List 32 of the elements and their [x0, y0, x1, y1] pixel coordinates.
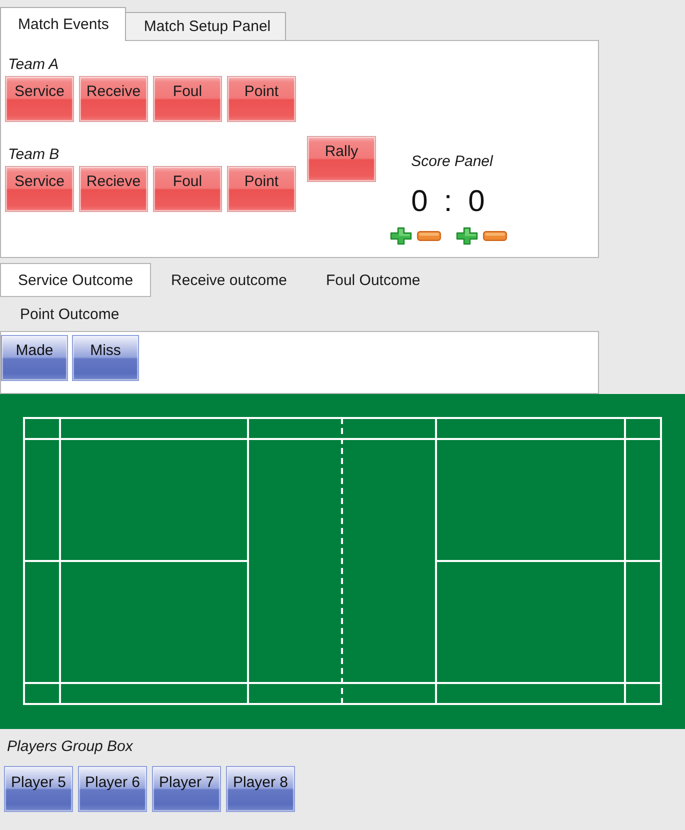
rally-button[interactable]: Rally — [307, 136, 376, 182]
event-button[interactable]: Service — [5, 76, 74, 122]
event-button[interactable]: Foul — [153, 166, 222, 212]
player-button[interactable]: Player 5 — [4, 766, 73, 812]
team-label: Team A — [8, 55, 59, 75]
minus-icon[interactable] — [416, 231, 440, 241]
outcome-tab[interactable]: Receive outcome — [151, 263, 306, 297]
event-button[interactable]: Service — [5, 166, 74, 212]
player-button[interactable]: Player 8 — [226, 766, 295, 812]
outcome-tab[interactable]: Service Outcome — [0, 263, 152, 297]
team-label: Team B — [8, 145, 60, 165]
event-button[interactable]: Point — [227, 166, 296, 212]
event-button[interactable]: Recieve — [79, 166, 148, 212]
tab[interactable]: Match Events — [0, 7, 126, 41]
minus-icon[interactable] — [482, 231, 506, 241]
event-button[interactable]: Point — [227, 76, 296, 122]
plus-icon[interactable] — [456, 227, 478, 245]
player-button[interactable]: Player 7 — [152, 766, 221, 812]
outcome-tab[interactable]: Foul Outcome — [306, 263, 440, 297]
players-group-title: Players Group Box — [7, 737, 133, 757]
event-button[interactable]: Receive — [79, 76, 148, 122]
score-panel-title: Score Panel — [411, 152, 493, 172]
outcome-button[interactable]: Made — [1, 335, 68, 381]
score-separator: : — [444, 185, 452, 219]
event-button[interactable]: Foul — [153, 76, 222, 122]
tab[interactable]: Match Setup Panel — [126, 12, 286, 40]
score-value: 0 — [468, 185, 485, 219]
outcome-tab[interactable]: Point Outcome — [0, 297, 138, 331]
outcome-button[interactable]: Miss — [72, 335, 139, 381]
player-button[interactable]: Player 6 — [78, 766, 147, 812]
score-value: 0 — [411, 185, 428, 219]
plus-icon[interactable] — [390, 227, 412, 245]
